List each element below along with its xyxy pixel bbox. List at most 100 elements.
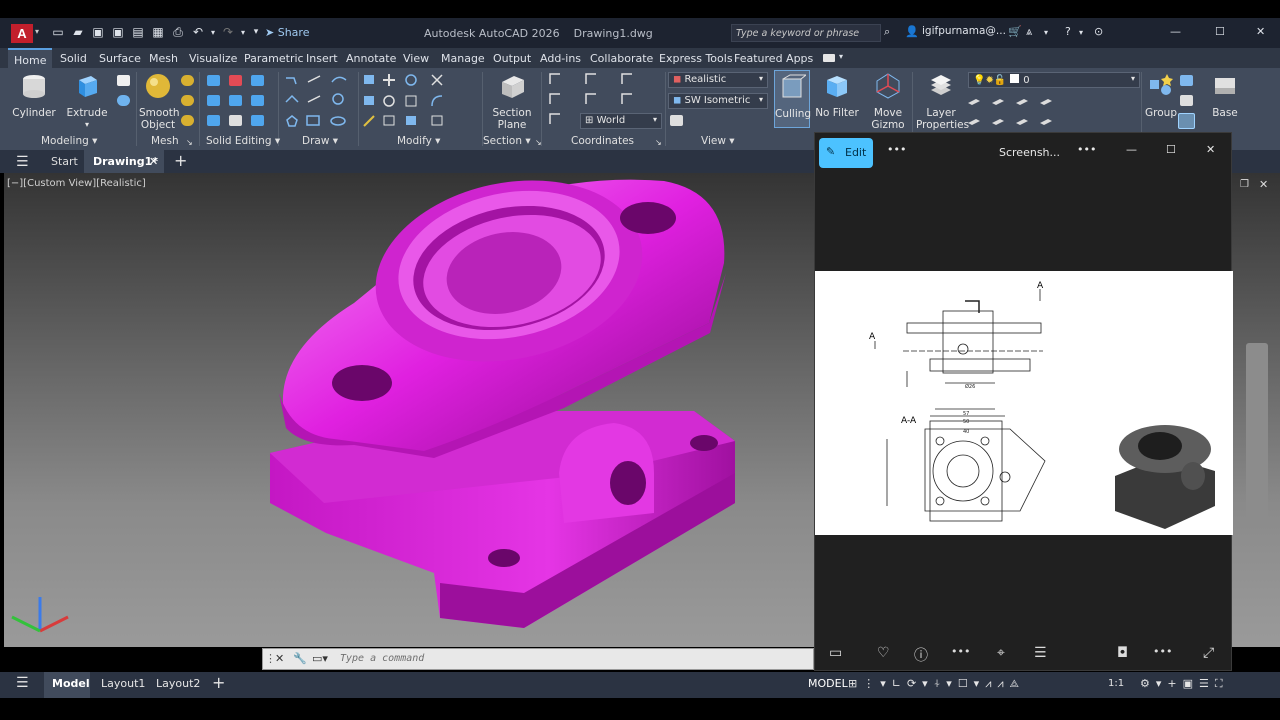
panel-mesh-launcher-icon[interactable]: ↘ <box>186 138 193 147</box>
favorite-icon[interactable]: ♡ <box>877 645 890 661</box>
add-layout-icon[interactable]: + <box>212 673 225 692</box>
tab-insert[interactable]: Insert <box>306 52 338 65</box>
layout1-tab[interactable]: Layout1 <box>101 677 145 690</box>
tab-featured-apps[interactable]: Featured Apps <box>734 52 813 65</box>
app-menu-caret-icon[interactable]: ▾ <box>35 27 39 36</box>
viewport-close-icon[interactable]: ✕ <box>1259 178 1268 191</box>
no-filter-button[interactable]: No Filter <box>815 72 859 119</box>
presspull-icon[interactable] <box>117 95 130 106</box>
help-icon[interactable]: ? <box>1065 25 1071 38</box>
panel-section-launcher-icon[interactable]: ↘ <box>535 138 542 147</box>
panel-section[interactable]: Section ▾ <box>483 135 531 147</box>
ribbon-minimize-icon[interactable] <box>823 54 835 62</box>
more-actions-icon[interactable]: ••• <box>951 645 970 658</box>
model-tab[interactable]: Model <box>44 672 90 698</box>
interfere-icon[interactable] <box>207 115 220 126</box>
draw-tools-icons[interactable] <box>284 72 354 132</box>
tab-manage[interactable]: Manage <box>441 52 485 65</box>
refine-mesh-icon[interactable] <box>181 115 194 126</box>
extract-edges-icon[interactable] <box>251 75 264 86</box>
close-tab-icon[interactable]: ✕ <box>149 155 158 168</box>
move-gizmo-button[interactable]: Move Gizmo <box>866 72 910 131</box>
box-icon[interactable] <box>117 75 130 86</box>
minimize-icon[interactable]: — <box>1170 25 1181 38</box>
group-select-icon[interactable] <box>1178 113 1195 129</box>
tab-visualize[interactable]: Visualize <box>189 52 237 65</box>
culling-button[interactable]: Culling <box>774 70 811 128</box>
union-icon[interactable] <box>207 75 220 86</box>
autodesk-dropdown-icon[interactable]: ▾ <box>1044 28 1048 37</box>
modify-tools-icons[interactable] <box>362 72 477 132</box>
autocad-logo[interactable]: A <box>11 24 33 43</box>
panel-mesh[interactable]: Mesh <box>151 135 179 147</box>
panel-coordinates[interactable]: Coordinates <box>571 135 634 147</box>
tab-add-ins[interactable]: Add-ins <box>540 52 581 65</box>
search-input[interactable]: Type a keyword or phrase <box>731 24 881 42</box>
panel-view[interactable]: View ▾ <box>701 135 735 147</box>
layouts-menu-icon[interactable]: ☰ <box>16 675 29 691</box>
panel-coordinates-launcher-icon[interactable]: ↘ <box>655 138 662 147</box>
user-icon[interactable]: 👤 <box>905 25 919 38</box>
cmd-history-icon[interactable]: ▭▾ <box>312 652 328 665</box>
mesh-smooth-more-icon[interactable] <box>181 75 194 86</box>
photos-maximize-icon[interactable]: ☐ <box>1166 143 1176 156</box>
title-more-icon[interactable]: ••• <box>1077 143 1096 156</box>
tab-collaborate[interactable]: Collaborate <box>590 52 653 65</box>
new-file-icon[interactable]: ▭ <box>50 25 66 40</box>
tab-annotate[interactable]: Annotate <box>346 52 396 65</box>
copy-text-icon[interactable]: ☰ <box>1034 645 1047 661</box>
cmd-close-icon[interactable]: ✕ <box>275 652 284 665</box>
fullscreen-icon[interactable]: ⤢ <box>1203 645 1214 661</box>
annotation-scale[interactable]: 1:1 <box>1108 678 1124 689</box>
drawing-viewport[interactable]: [−][Custom View][Realistic] <box>4 173 814 647</box>
save-icon[interactable]: ▣ <box>90 25 106 40</box>
learn-icon[interactable]: ⊙ <box>1094 25 1103 38</box>
ucs-dropdown[interactable]: ⊞ World ▾ <box>580 113 662 129</box>
help-dropdown-icon[interactable]: ▾ <box>1079 28 1083 37</box>
user-name[interactable]: igifpurnama@... <box>922 25 1006 37</box>
extrude-dropdown-icon[interactable]: ▾ <box>64 119 110 131</box>
autodesk-a-icon[interactable]: ⩓ <box>1026 25 1032 39</box>
photos-minimize-icon[interactable]: — <box>1126 143 1137 156</box>
tab-surface[interactable]: Surface <box>99 52 141 65</box>
ungroup-icon[interactable] <box>1180 75 1193 86</box>
visual-search-icon[interactable]: ⌖ <box>997 645 1005 661</box>
layer-dropdown[interactable]: 💡✹🔓 0 ▾ <box>968 72 1140 88</box>
tab-solid[interactable]: Solid <box>60 52 87 65</box>
tab-parametric[interactable]: Parametric <box>244 52 304 65</box>
open-folder-icon[interactable]: ▰ <box>70 25 86 40</box>
slice-icon[interactable] <box>229 95 242 106</box>
layout2-tab[interactable]: Layout2 <box>156 677 200 690</box>
ribbon-minimize-dropdown-icon[interactable]: ▾ <box>839 52 843 61</box>
close-icon[interactable]: ✕ <box>1256 25 1265 38</box>
navigation-bar[interactable] <box>1246 343 1268 523</box>
command-input[interactable]: Type a command <box>340 653 424 664</box>
undo-icon[interactable]: ↶ <box>190 25 206 40</box>
section-plane-button[interactable]: Section Plane <box>490 72 534 131</box>
screenshot-icon[interactable]: ◘ <box>1117 645 1128 661</box>
search-icon[interactable]: ⌕ <box>884 25 890 39</box>
plot-icon[interactable]: ▦ <box>150 25 166 40</box>
layer-properties-button[interactable]: Layer Properties <box>916 72 969 131</box>
separate-icon[interactable] <box>251 115 264 126</box>
panel-modify[interactable]: Modify ▾ <box>397 135 440 147</box>
tab-home[interactable]: Home <box>8 48 53 68</box>
filmstrip-icon[interactable]: ▭ <box>829 645 842 661</box>
drawing-tab[interactable]: Drawing1* ✕ <box>84 150 164 173</box>
undo-dropdown-icon[interactable]: ▾ <box>205 25 221 40</box>
tab-mesh[interactable]: Mesh <box>149 52 178 65</box>
base-button[interactable]: Base <box>1205 72 1245 119</box>
bottom-more-icon[interactable]: ••• <box>1153 645 1172 658</box>
visual-style-dropdown[interactable]: ◼ Realistic ▾ <box>668 72 768 88</box>
start-tab[interactable]: Start <box>51 155 78 168</box>
cylinder-button[interactable]: Cylinder <box>12 72 56 119</box>
model-space-toggle[interactable]: MODEL <box>806 676 850 691</box>
info-icon[interactable]: ⓘ <box>914 645 928 665</box>
hamburger-menu-icon[interactable]: ☰ <box>16 154 29 170</box>
more-options-icon[interactable]: ••• <box>887 143 906 156</box>
magenta-3d-model[interactable] <box>4 173 814 647</box>
edit-button[interactable]: ✎ Edit <box>819 138 873 168</box>
maximize-icon[interactable]: ☐ <box>1215 25 1225 38</box>
cart-icon[interactable]: 🛒 <box>1008 25 1022 38</box>
panel-modeling[interactable]: Modeling ▾ <box>41 135 97 147</box>
